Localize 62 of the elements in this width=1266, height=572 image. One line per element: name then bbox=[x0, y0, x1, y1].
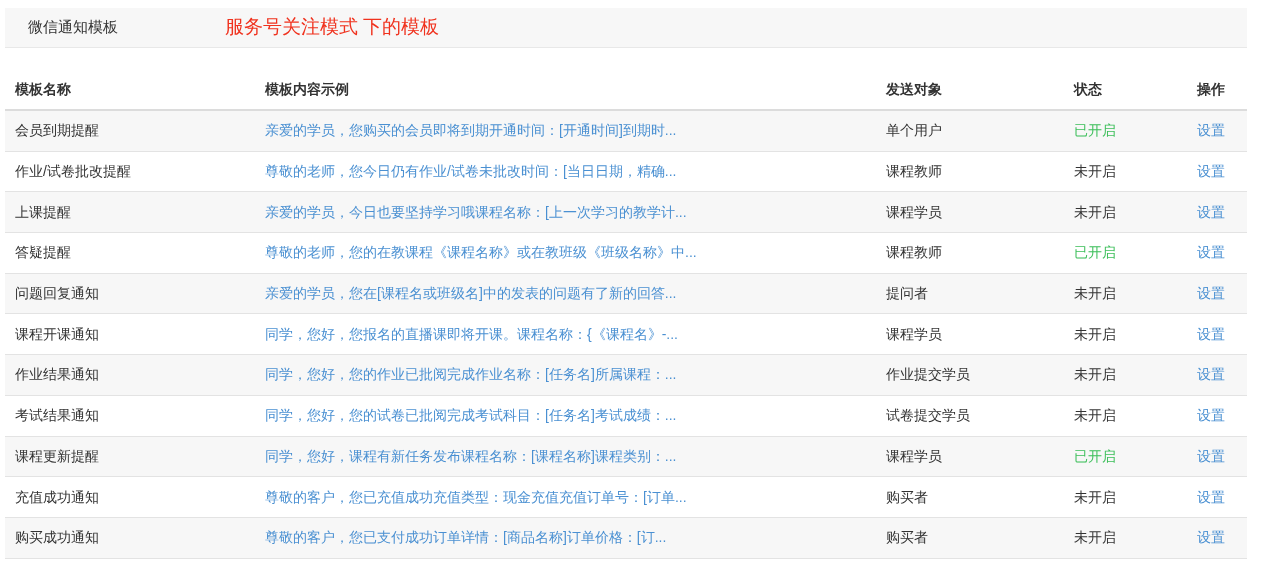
settings-link[interactable]: 设置 bbox=[1197, 325, 1225, 342]
template-preview[interactable]: 尊敬的老师，您今日仍有作业/试卷未批改时间：[当日日期，精确... bbox=[265, 163, 677, 180]
template-name: 课程更新提醒 bbox=[15, 447, 99, 464]
recipient: 课程学员 bbox=[886, 203, 942, 220]
column-header: 模板名称 bbox=[15, 81, 71, 97]
recipient: 课程学员 bbox=[886, 325, 942, 342]
template-name: 课程开课通知 bbox=[15, 325, 99, 342]
template-preview[interactable]: 亲爱的学员，您购买的会员即将到期开通时间：[开通时间]到期时... bbox=[265, 122, 677, 139]
status-label: 未开启 bbox=[1074, 366, 1116, 383]
status-label: 未开启 bbox=[1074, 407, 1116, 424]
status-label: 未开启 bbox=[1074, 325, 1116, 342]
settings-link[interactable]: 设置 bbox=[1197, 285, 1225, 302]
status-label: 已开启 bbox=[1074, 122, 1116, 139]
template-name: 问题回复通知 bbox=[15, 285, 99, 302]
template-name: 作业/试卷批改提醒 bbox=[15, 163, 131, 180]
template-preview[interactable]: 尊敬的客户，您已支付成功订单详情：[商品名称]订单价格：[订... bbox=[265, 529, 667, 546]
template-name: 考试结果通知 bbox=[15, 407, 99, 424]
template-preview[interactable]: 同学，您好，您报名的直播课即将开课。课程名称：{《课程名》-... bbox=[265, 325, 678, 342]
panel-title: 微信通知模板 bbox=[28, 17, 119, 38]
recipient: 课程学员 bbox=[886, 447, 942, 464]
template-preview[interactable]: 尊敬的客户，您已充值成功充值类型：现金充值充值订单号：[订单... bbox=[265, 488, 687, 505]
template-name: 上课提醒 bbox=[15, 203, 71, 220]
template-preview[interactable]: 同学，您好，您的试卷已批阅完成考试科目：[任务名]考试成绩：... bbox=[265, 407, 677, 424]
template-preview[interactable]: 尊敬的老师，您的在教课程《课程名称》或在教班级《班级名称》中... bbox=[265, 244, 697, 261]
recipient: 课程教师 bbox=[886, 163, 942, 180]
column-header: 模板内容示例 bbox=[265, 81, 349, 97]
recipient: 作业提交学员 bbox=[886, 366, 970, 383]
settings-link[interactable]: 设置 bbox=[1197, 244, 1225, 261]
template-name: 作业结果通知 bbox=[15, 366, 99, 383]
column-header: 状态 bbox=[1074, 81, 1102, 97]
settings-link[interactable]: 设置 bbox=[1197, 529, 1225, 546]
template-name: 充值成功通知 bbox=[15, 488, 99, 505]
status-label: 已开启 bbox=[1074, 244, 1116, 261]
panel-subtitle: 服务号关注模式 下的模板 bbox=[225, 15, 440, 40]
recipient: 单个用户 bbox=[886, 122, 942, 139]
template-preview[interactable]: 同学，您好，课程有新任务发布课程名称：[课程名称]课程类别：... bbox=[265, 447, 677, 464]
status-label: 未开启 bbox=[1074, 529, 1116, 546]
status-label: 未开启 bbox=[1074, 163, 1116, 180]
recipient: 课程教师 bbox=[886, 244, 942, 261]
template-preview[interactable]: 亲爱的学员，您在[课程名或班级名]中的发表的问题有了新的回答... bbox=[265, 285, 677, 302]
settings-link[interactable]: 设置 bbox=[1197, 163, 1225, 180]
status-label: 已开启 bbox=[1074, 447, 1116, 464]
column-header: 发送对象 bbox=[886, 81, 942, 97]
column-header: 操作 bbox=[1197, 81, 1225, 97]
template-name: 会员到期提醒 bbox=[15, 122, 99, 139]
recipient: 提问者 bbox=[886, 285, 928, 302]
status-label: 未开启 bbox=[1074, 488, 1116, 505]
settings-link[interactable]: 设置 bbox=[1197, 488, 1225, 505]
recipient: 试卷提交学员 bbox=[886, 407, 970, 424]
template-preview[interactable]: 同学，您好，您的作业已批阅完成作业名称：[任务名]所属课程：... bbox=[265, 366, 677, 383]
settings-link[interactable]: 设置 bbox=[1197, 203, 1225, 220]
recipient: 购买者 bbox=[886, 529, 928, 546]
template-name: 购买成功通知 bbox=[15, 529, 99, 546]
template-name: 答疑提醒 bbox=[15, 244, 71, 261]
settings-link[interactable]: 设置 bbox=[1197, 407, 1225, 424]
settings-link[interactable]: 设置 bbox=[1197, 366, 1225, 383]
status-label: 未开启 bbox=[1074, 203, 1116, 220]
settings-link[interactable]: 设置 bbox=[1197, 122, 1225, 139]
template-preview[interactable]: 亲爱的学员，今日也要坚持学习哦课程名称：[上一次学习的教学计... bbox=[265, 203, 687, 220]
recipient: 购买者 bbox=[886, 488, 928, 505]
status-label: 未开启 bbox=[1074, 285, 1116, 302]
settings-link[interactable]: 设置 bbox=[1197, 447, 1225, 464]
